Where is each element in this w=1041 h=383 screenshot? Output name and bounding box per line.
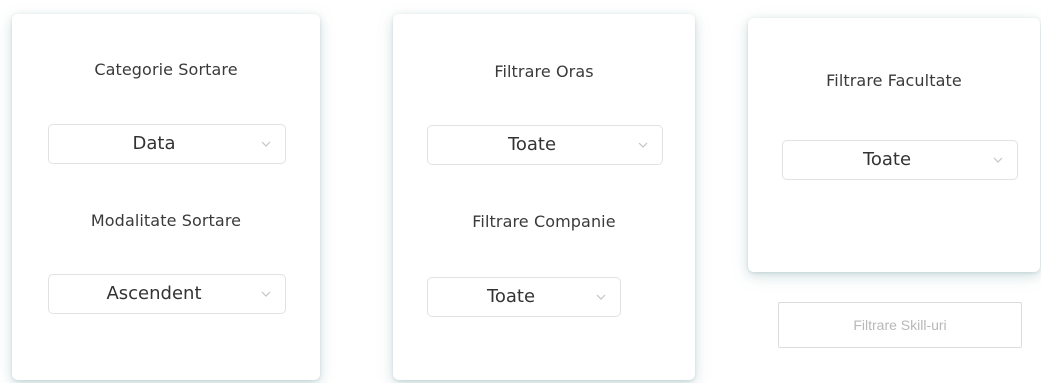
- city-filter-heading: Filtrare Oras: [494, 62, 594, 81]
- chevron-down-icon: [638, 142, 648, 148]
- chevron-down-icon: [596, 294, 606, 300]
- city-filter-select[interactable]: Toate: [427, 125, 663, 165]
- faculty-card: Filtrare Facultate Toate: [748, 18, 1040, 272]
- chevron-down-icon: [261, 141, 271, 147]
- sort-mode-heading: Modalitate Sortare: [90, 211, 242, 230]
- category-sort-heading: Categorie Sortare: [94, 60, 238, 79]
- chevron-down-icon: [261, 291, 271, 297]
- category-sort-value: Data: [132, 133, 176, 154]
- location-card: Filtrare Oras Toate Filtrare Companie To…: [393, 14, 695, 380]
- sort-mode-select[interactable]: Ascendent: [48, 274, 286, 314]
- faculty-filter-value: Toate: [862, 149, 912, 170]
- sort-card: Categorie Sortare Data Modalitate Sortar…: [12, 14, 320, 380]
- sort-mode-value: Ascendent: [106, 283, 202, 304]
- skills-filter-input[interactable]: [778, 302, 1022, 348]
- city-filter-value: Toate: [507, 134, 557, 155]
- category-sort-select[interactable]: Data: [48, 124, 286, 164]
- faculty-filter-select[interactable]: Toate: [782, 140, 1018, 180]
- company-filter-select[interactable]: Toate: [427, 277, 621, 317]
- faculty-filter-heading: Filtrare Facultate: [826, 71, 962, 90]
- chevron-down-icon: [993, 157, 1003, 163]
- company-filter-value: Toate: [486, 286, 536, 307]
- company-filter-heading: Filtrare Companie: [472, 212, 616, 231]
